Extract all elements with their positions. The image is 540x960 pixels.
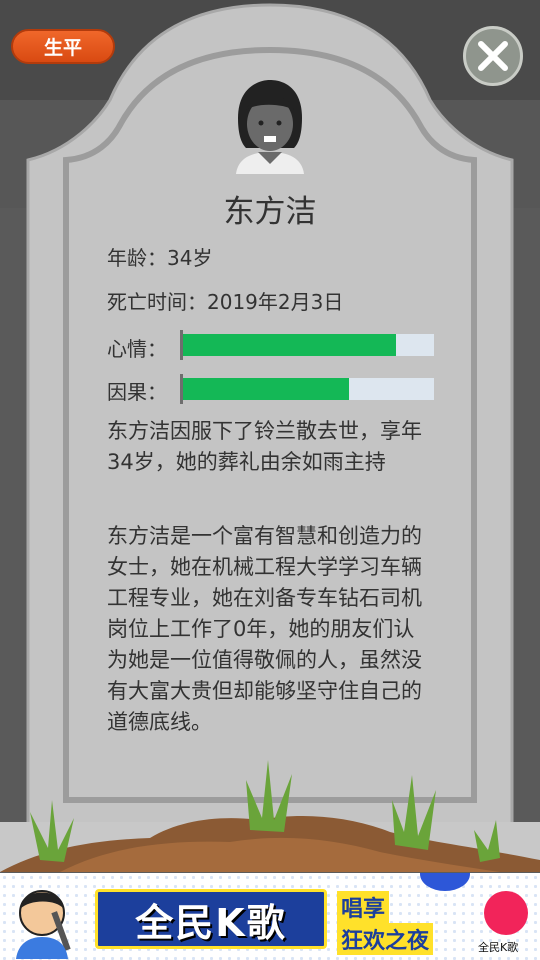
brand-logo-icon bbox=[484, 891, 528, 935]
singer-icon bbox=[16, 890, 71, 959]
grave-mound bbox=[0, 760, 540, 872]
ad-subtitle-line1: 唱享 bbox=[337, 891, 390, 923]
ad-brand: 全民K歌 bbox=[478, 941, 519, 954]
ad-banner[interactable]: 全民K歌 唱享 狂欢之夜 全民K歌 bbox=[0, 873, 540, 960]
ad-subtitle-line2: 狂欢之夜 bbox=[337, 923, 434, 955]
ad-title: 全民K歌 bbox=[95, 889, 327, 949]
